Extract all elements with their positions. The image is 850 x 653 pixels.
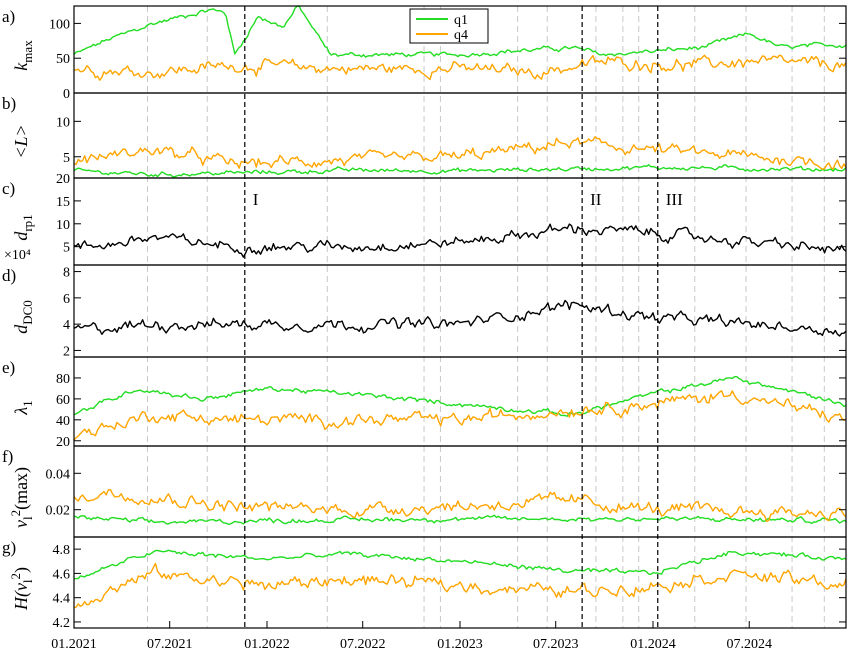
y-axis-label: dDC0 xyxy=(11,300,35,334)
x-axis: 01.2021 07.2021 01.2022 07.2022 01.2023 07.20… xyxy=(51,621,772,652)
legend: q1q4 xyxy=(409,8,489,44)
event-label-1: I xyxy=(253,190,259,209)
y-tick-label: 40 xyxy=(56,414,70,429)
panel-frame xyxy=(73,445,847,538)
y-tick-label: 0.04 xyxy=(46,467,71,482)
event-label-3: III xyxy=(666,190,683,209)
y-tick-label: 100 xyxy=(49,17,70,32)
y-axis-label: drp1 xyxy=(11,214,35,240)
x-tick-label: 01.2024 xyxy=(630,637,676,652)
y-tick-label: 50 xyxy=(56,52,70,67)
event-label-2: II xyxy=(590,190,602,209)
y-tick-label: 0.02 xyxy=(46,504,71,519)
x-tick-label: 01.2021 xyxy=(51,637,97,652)
x-tick-label: 07.2021 xyxy=(147,637,193,652)
y-axis-label: λ1 xyxy=(11,400,35,415)
panel-frame xyxy=(73,92,847,179)
x-tick-label: 01.2023 xyxy=(437,637,483,652)
panel-letter: e) xyxy=(2,358,15,377)
y-tick-label: 0 xyxy=(63,87,70,102)
panel-frame xyxy=(73,177,847,266)
series-q4-f xyxy=(73,489,847,523)
panel-letter: g) xyxy=(2,538,16,557)
y-tick-label: 80 xyxy=(56,372,70,387)
y-tick-label: 4.2 xyxy=(53,616,71,631)
secondary-event-lines xyxy=(146,6,825,628)
y-tick-label: 4.4 xyxy=(53,592,71,607)
legend-box xyxy=(409,8,489,44)
y-tick-label: 20 xyxy=(56,172,70,187)
series-black-c xyxy=(73,223,847,258)
series-q4-a xyxy=(73,54,847,81)
y-tick-label: 5 xyxy=(63,241,70,256)
y-tick-label: 8 xyxy=(63,266,70,281)
y-axis-label: kmax xyxy=(11,40,35,71)
panel-frame xyxy=(73,356,847,447)
panel-letter: b) xyxy=(2,94,16,113)
y-tick-label: 4 xyxy=(63,318,70,333)
y-tick-label: 4.8 xyxy=(53,543,71,558)
y-tick-label: 60 xyxy=(56,393,70,408)
panel-letter: a) xyxy=(2,7,15,26)
y-tick-label: 6 xyxy=(63,292,70,307)
y-tick-label: 5 xyxy=(63,151,70,166)
x-tick-label: 01.2022 xyxy=(244,637,290,652)
series-q4-g xyxy=(73,562,847,609)
series-q1-b xyxy=(73,163,847,178)
series-black-d xyxy=(73,299,847,337)
y-tick-label: 15 xyxy=(56,195,70,210)
y-tick-label: 4.6 xyxy=(53,567,71,582)
series-q1-e xyxy=(73,375,847,417)
y-tick-label: 20 xyxy=(56,435,70,450)
panel-letter: f) xyxy=(2,447,13,466)
y-axis-label: <L> xyxy=(11,124,31,158)
series-q4-b xyxy=(73,136,847,170)
y-axis-label: H(vl2) xyxy=(8,567,35,611)
y-axis-label: vl2(max) xyxy=(8,467,35,528)
y-tick-label: 10 xyxy=(56,115,70,130)
chart-figure: 0 50 100 a) kmax 5 10 b) <L> 5 10 15 20 c) drp1 ×10⁴ 2 4 6… xyxy=(2,5,847,652)
legend-label-q1: q1 xyxy=(454,13,468,28)
x-tick-label: 07.2022 xyxy=(340,637,386,652)
x-tick-label: 07.2023 xyxy=(533,637,579,652)
y-multiplier: ×10⁴ xyxy=(4,248,31,263)
panel-letter: d) xyxy=(2,266,16,285)
y-tick-label: 2 xyxy=(63,344,70,359)
panel-frame xyxy=(73,264,847,358)
panel-b: 5 10 b) <L> xyxy=(2,92,847,179)
panel-letter: c) xyxy=(2,179,15,198)
y-tick-label: 10 xyxy=(56,218,70,233)
legend-label-q4: q4 xyxy=(454,28,468,43)
x-tick-label: 07.2024 xyxy=(726,637,772,652)
